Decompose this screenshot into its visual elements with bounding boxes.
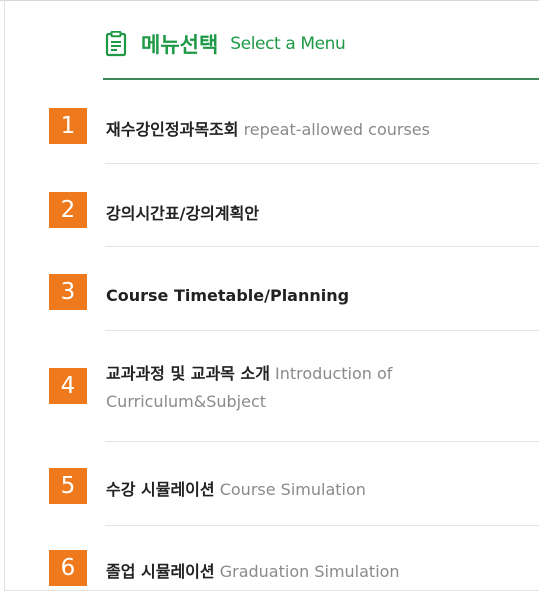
menu-subtitle: Select a Menu [230,34,346,54]
menu-item-label-en: Course Simulation [219,480,366,499]
menu-item-label-en: Course Timetable/Planning [106,286,350,305]
item-divider [105,330,539,331]
item-number-badge: 1 [49,108,87,144]
item-number-badge: 6 [49,550,87,586]
menu-item-label-ko: 교과과정 및 교과목 소개 [106,364,270,383]
panel-left-border [4,0,5,591]
item-divider [105,163,539,164]
menu-item-label: 졸업 시뮬레이션 Graduation Simulation [106,558,486,586]
item-divider [105,441,539,442]
menu-item-label-ko: 강의시간표/강의계획안 [106,204,260,223]
menu-item-label-ko: 졸업 시뮬레이션 [106,562,215,581]
menu-item-label: Course Timetable/Planning [106,282,486,310]
menu-item-label: 교과과정 및 교과목 소개 Introduction of Curriculum… [106,360,466,416]
menu-header: 메뉴선택 Select a Menu [105,26,346,62]
item-divider [105,525,539,526]
menu-item-label: 강의시간표/강의계획안 [106,200,486,228]
panel-top-border [0,0,539,1]
clipboard-list-icon [105,31,129,57]
menu-item-label-ko: 재수강인정과목조회 [106,120,239,139]
header-divider [103,78,539,80]
menu-item-label-en: repeat-allowed courses [243,120,430,139]
menu-item-label: 재수강인정과목조회 repeat-allowed courses [106,116,486,144]
item-number-badge: 4 [49,368,87,404]
item-number-badge: 5 [49,468,87,504]
item-divider [105,246,539,247]
item-number-badge: 2 [49,192,87,228]
menu-panel: 메뉴선택 Select a Menu 1 재수강인정과목조회 repeat-al… [0,0,539,591]
menu-item-label: 수강 시뮬레이션 Course Simulation [106,476,486,504]
menu-item-label-ko: 수강 시뮬레이션 [106,480,215,499]
menu-title: 메뉴선택 [141,33,219,57]
item-number-badge: 3 [49,274,87,310]
menu-item-label-en: Graduation Simulation [219,562,400,581]
